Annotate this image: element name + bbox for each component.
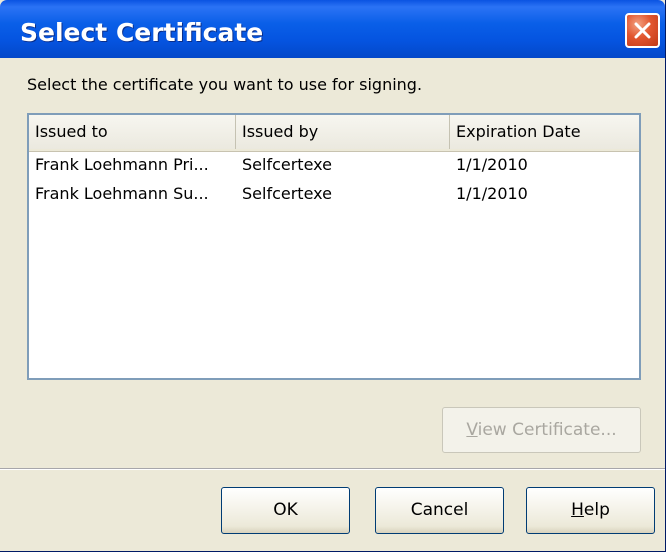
close-button[interactable] bbox=[625, 13, 660, 48]
view-certificate-button[interactable]: View Certificate... bbox=[442, 407, 641, 453]
cell-expiration-date: 1/1/2010 bbox=[456, 155, 528, 174]
certificate-row[interactable]: Frank Loehmann Pri... Selfcertexe 1/1/20… bbox=[29, 153, 639, 177]
cell-issued-by: Selfcertexe bbox=[242, 184, 332, 203]
view-certificate-label: iew Certificate... bbox=[477, 420, 617, 440]
certificate-list[interactable]: Issued to Issued by Expiration Date Fran… bbox=[27, 113, 641, 380]
column-header-issued-by[interactable]: Issued by bbox=[236, 115, 450, 149]
instruction-text: Select the certificate you want to use f… bbox=[27, 75, 423, 94]
cell-issued-to: Frank Loehmann Su... bbox=[35, 184, 209, 203]
cancel-button[interactable]: Cancel bbox=[375, 487, 504, 534]
close-icon bbox=[634, 22, 651, 39]
title-bar[interactable]: Select Certificate bbox=[0, 0, 665, 58]
ok-button[interactable]: OK bbox=[221, 487, 350, 534]
cell-issued-to: Frank Loehmann Pri... bbox=[35, 155, 209, 174]
cell-issued-by: Selfcertexe bbox=[242, 155, 332, 174]
list-header: Issued to Issued by Expiration Date bbox=[29, 115, 639, 152]
button-separator bbox=[0, 468, 665, 470]
select-certificate-dialog: Select Certificate Select the certificat… bbox=[0, 0, 666, 552]
help-mnemonic: H bbox=[571, 500, 584, 520]
column-header-issued-to[interactable]: Issued to bbox=[29, 115, 236, 149]
cell-expiration-date: 1/1/2010 bbox=[456, 184, 528, 203]
view-certificate-mnemonic: V bbox=[466, 420, 478, 440]
dialog-title: Select Certificate bbox=[20, 18, 264, 47]
certificate-row[interactable]: Frank Loehmann Su... Selfcertexe 1/1/201… bbox=[29, 182, 639, 206]
help-label: elp bbox=[583, 500, 610, 520]
help-button[interactable]: Help bbox=[526, 487, 655, 534]
column-header-expiration-date[interactable]: Expiration Date bbox=[450, 115, 639, 149]
